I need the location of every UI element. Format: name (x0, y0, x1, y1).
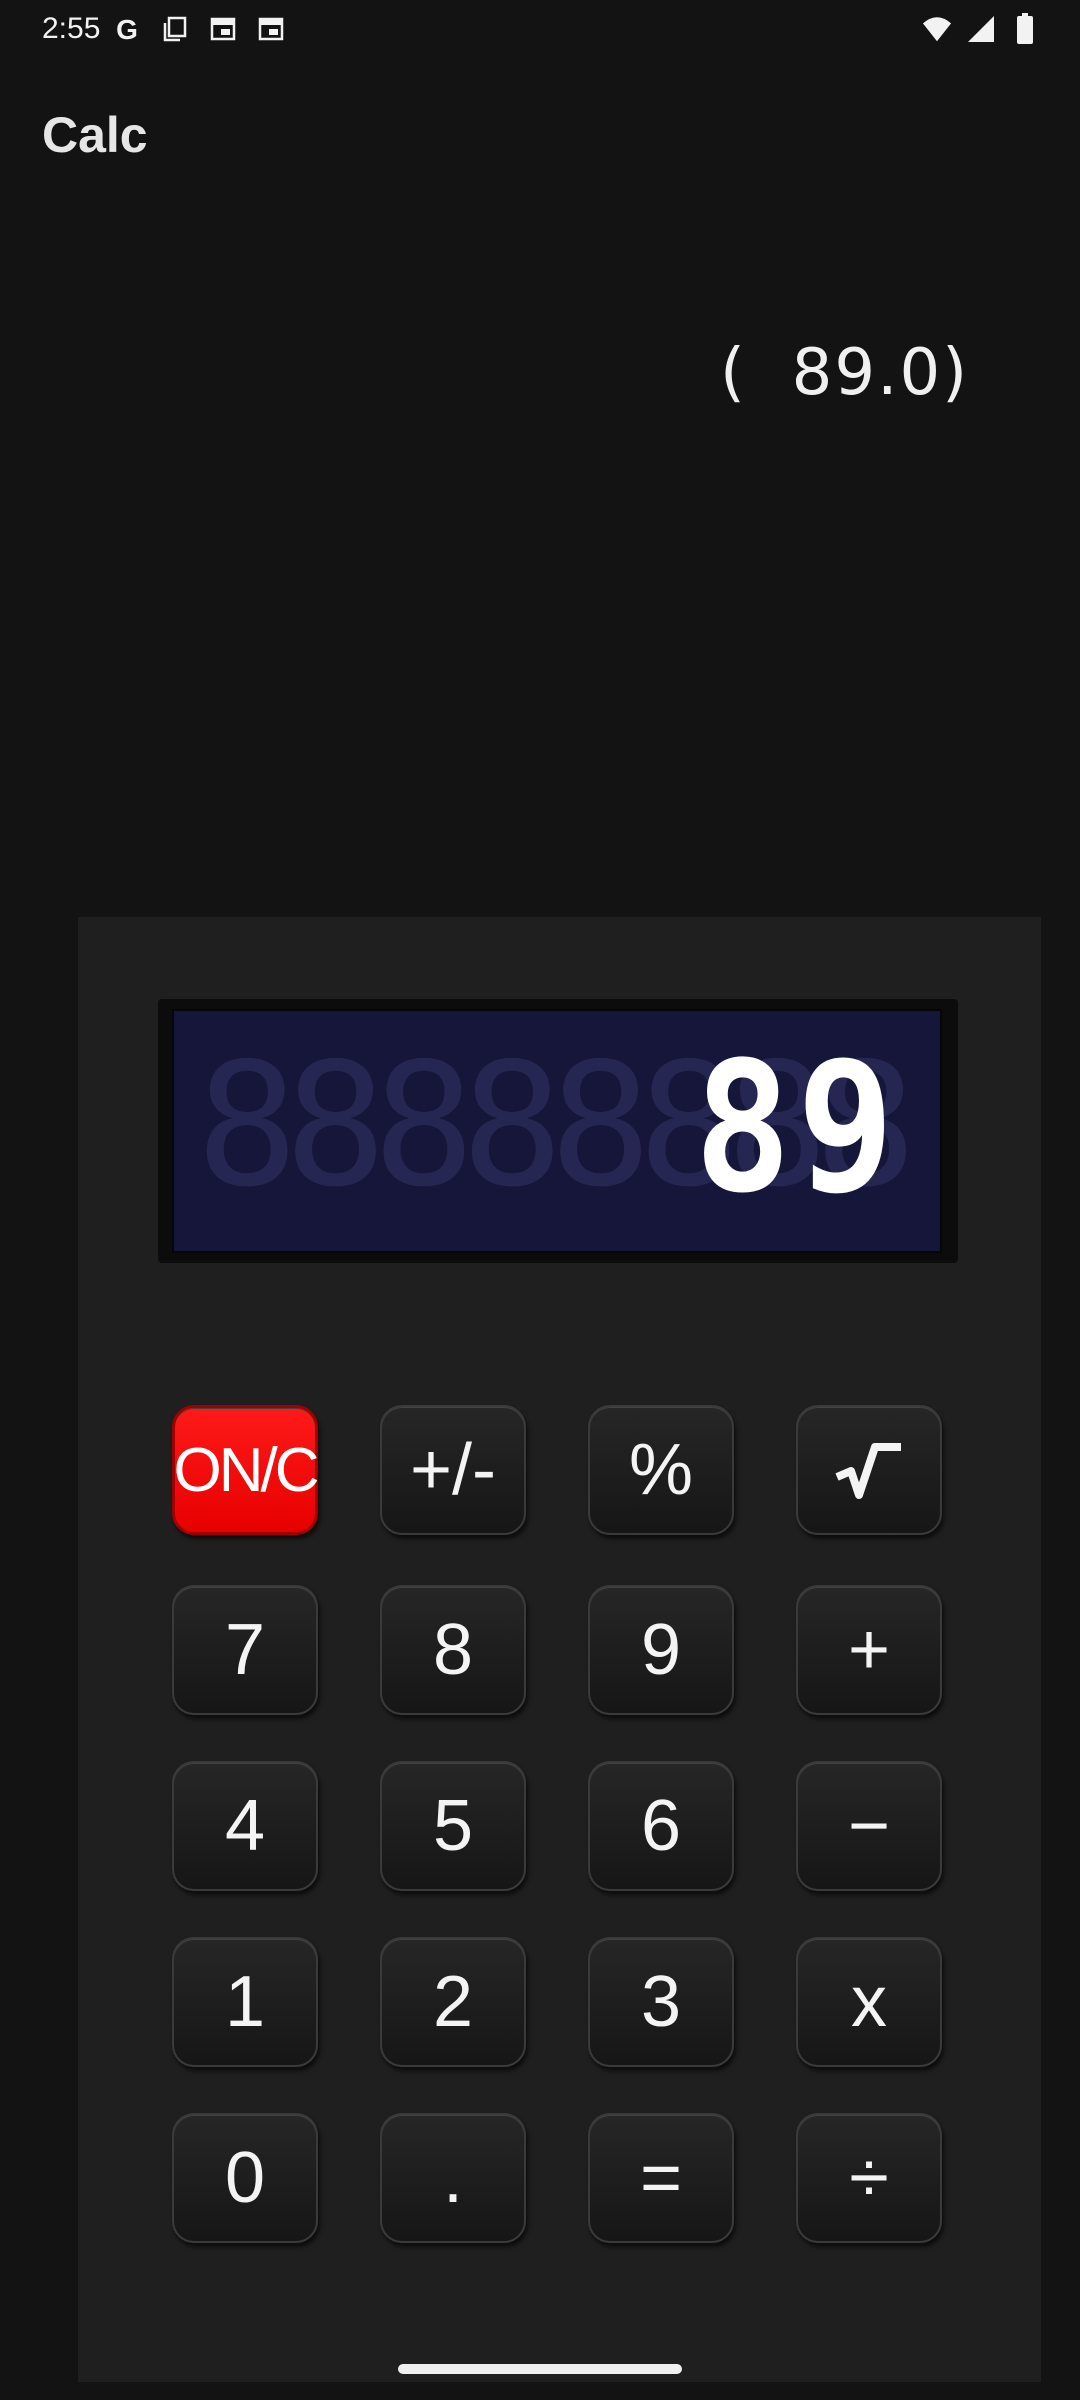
copy-icon (160, 14, 190, 44)
calendar-icon (256, 14, 286, 44)
wifi-icon (922, 14, 952, 44)
digit-7-button[interactable]: 7 (172, 1585, 318, 1715)
google-g-icon: G (112, 14, 142, 44)
equals-button[interactable]: = (588, 2113, 734, 2243)
signal-icon (966, 14, 996, 44)
svg-text:G: G (116, 15, 138, 43)
square-root-button[interactable] (796, 1405, 942, 1535)
digit-1-button[interactable]: 1 (172, 1937, 318, 2067)
subtract-button[interactable]: − (796, 1761, 942, 1891)
digit-5-button[interactable]: 5 (380, 1761, 526, 1891)
square-root-icon (835, 1443, 901, 1499)
memory-readout: ( 89.0) (720, 336, 970, 410)
add-button[interactable]: + (796, 1585, 942, 1715)
digit-6-button[interactable]: 6 (588, 1761, 734, 1891)
digit-9-button[interactable]: 9 (588, 1585, 734, 1715)
digit-8-button[interactable]: 8 (380, 1585, 526, 1715)
status-bar: 2:55 G (0, 0, 1080, 62)
calendar-icon (208, 14, 238, 44)
app-title: Calc (42, 107, 148, 163)
multiply-button[interactable]: x (796, 1937, 942, 2067)
digit-3-button[interactable]: 3 (588, 1937, 734, 2067)
digit-2-button[interactable]: 2 (380, 1937, 526, 2067)
decimal-point-button[interactable]: . (380, 2113, 526, 2243)
on-clear-button[interactable]: ON/C (172, 1405, 320, 1535)
lcd-frame: 88888888 89 (158, 999, 958, 1263)
calculator-body: 88888888 89 ON/C +/- % 7 8 9 + 4 5 6 − 1… (78, 917, 1041, 2382)
digit-0-button[interactable]: 0 (172, 2113, 318, 2243)
digit-4-button[interactable]: 4 (172, 1761, 318, 1891)
divide-button[interactable]: ÷ (796, 2113, 942, 2243)
plus-minus-button[interactable]: +/- (380, 1405, 526, 1535)
battery-icon (1010, 13, 1040, 44)
percent-button[interactable]: % (588, 1405, 734, 1535)
lcd-display: 88888888 89 (172, 1009, 942, 1253)
gesture-nav-bar[interactable] (398, 2364, 682, 2374)
status-time: 2:55 (42, 12, 101, 45)
lcd-value: 89 (694, 1024, 900, 1233)
